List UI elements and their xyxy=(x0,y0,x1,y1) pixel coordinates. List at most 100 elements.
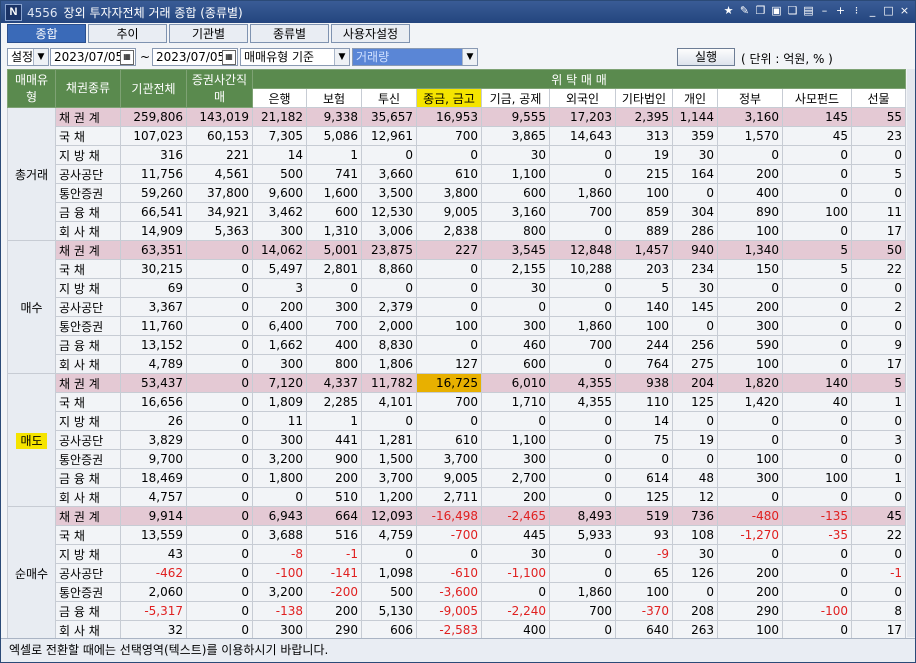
value-cell[interactable]: 6,010 xyxy=(481,373,550,393)
value-cell[interactable]: 0 xyxy=(481,411,550,431)
table-row[interactable]: 회 사 채 4,789 0 300 800 1,806 127 600 0 764 275 100 0 1… xyxy=(8,354,907,374)
value-cell[interactable]: 300 xyxy=(717,316,783,336)
value-cell[interactable]: 5 xyxy=(850,164,907,184)
value-cell[interactable]: 0 xyxy=(672,183,718,203)
value-cell[interactable]: 0 xyxy=(672,411,718,431)
value-cell[interactable]: 1,860 xyxy=(549,316,616,336)
value-cell[interactable]: 1,500 xyxy=(361,449,417,469)
value-cell[interactable]: 9,005 xyxy=(416,468,482,488)
bond-type-cell[interactable]: 채 권 계 xyxy=(55,107,121,127)
value-cell[interactable]: 664 xyxy=(306,506,362,526)
table-row[interactable]: 공사공단 3,367 0 200 300 2,379 0 0 0 140 145 200 0 2 xyxy=(8,297,907,317)
bond-type-cell[interactable]: 공사공단 xyxy=(55,297,121,317)
value-cell[interactable]: 0 xyxy=(782,544,852,564)
value-cell[interactable]: 1,457 xyxy=(615,240,673,260)
value-cell[interactable]: 300 xyxy=(252,620,307,640)
value-cell[interactable]: 300 xyxy=(252,430,307,450)
value-cell[interactable]: 0 xyxy=(850,183,907,203)
value-cell[interactable]: 59,260 xyxy=(120,183,187,203)
trade-type-cell[interactable]: 매수 xyxy=(7,240,56,374)
value-cell[interactable]: 9,555 xyxy=(481,107,550,127)
value-cell[interactable]: 100 xyxy=(615,582,673,602)
value-cell[interactable]: 0 xyxy=(782,487,852,507)
value-cell[interactable]: 1,100 xyxy=(481,164,550,184)
value-cell[interactable]: 0 xyxy=(186,354,253,374)
value-cell[interactable]: 5,497 xyxy=(252,259,307,279)
value-cell[interactable]: 0 xyxy=(186,240,253,260)
value-cell[interactable]: 764 xyxy=(615,354,673,374)
value-cell[interactable]: 938 xyxy=(615,373,673,393)
value-cell[interactable]: 300 xyxy=(481,316,550,336)
value-cell[interactable]: -1,100 xyxy=(481,563,550,583)
run-button[interactable]: 실행 xyxy=(677,48,735,66)
value-cell[interactable]: 290 xyxy=(717,601,783,621)
value-cell[interactable]: 11,756 xyxy=(120,164,187,184)
bond-type-cell[interactable]: 지 방 채 xyxy=(55,145,121,165)
table-row[interactable]: 공사공단 11,756 4,561 500 741 3,660 610 1,100 0 215 16… xyxy=(8,164,907,184)
header-merchant-bank[interactable]: 종금, 금고 xyxy=(416,88,482,108)
value-cell[interactable]: 48 xyxy=(672,468,718,488)
value-cell[interactable]: 69 xyxy=(120,278,187,298)
trade-type-cell[interactable]: 매도 xyxy=(7,373,56,507)
value-cell[interactable]: 150 xyxy=(717,259,783,279)
value-cell[interactable]: 0 xyxy=(416,411,482,431)
value-cell[interactable]: 0 xyxy=(549,449,616,469)
value-cell[interactable]: 100 xyxy=(717,354,783,374)
value-cell[interactable]: 21,182 xyxy=(252,107,307,127)
value-cell[interactable]: 0 xyxy=(850,278,907,298)
value-cell[interactable]: 0 xyxy=(361,544,417,564)
value-cell[interactable]: 0 xyxy=(549,354,616,374)
table-row[interactable]: 금 융 채 66,541 34,921 3,462 600 12,530 9,005 3,16… xyxy=(8,202,907,222)
value-cell[interactable]: 4,355 xyxy=(549,373,616,393)
table-row[interactable]: 회 사 채 4,757 0 0 510 1,200 2,711 200 0 125 12 0 0 0 xyxy=(8,487,907,507)
value-cell[interactable]: 2,000 xyxy=(361,316,417,336)
table-total-row[interactable]: 매수 채 권 계 63,351 0 14,062 5,001 23,875 227 3,545 1… xyxy=(7,240,907,374)
value-cell[interactable]: 22 xyxy=(850,525,907,545)
value-cell[interactable]: 16,953 xyxy=(416,107,482,127)
value-cell[interactable]: 12,848 xyxy=(549,240,616,260)
bond-type-cell[interactable]: 금 융 채 xyxy=(55,601,121,621)
value-cell[interactable]: 203 xyxy=(615,259,673,279)
value-cell[interactable]: 3,160 xyxy=(717,107,783,127)
value-cell[interactable]: 900 xyxy=(306,449,362,469)
value-cell[interactable]: 590 xyxy=(717,335,783,355)
value-cell[interactable]: 140 xyxy=(782,373,852,393)
value-cell[interactable]: 63,351 xyxy=(120,240,187,260)
value-cell[interactable]: 66,541 xyxy=(120,202,187,222)
value-cell[interactable]: 600 xyxy=(481,183,550,203)
value-cell[interactable]: 5,086 xyxy=(306,126,362,146)
value-cell[interactable]: 200 xyxy=(717,563,783,583)
table-total-row[interactable]: 순매수 채 권 계 9,914 0 6,943 664 12,093 -16,498 -2,46… xyxy=(7,506,907,640)
value-cell[interactable]: 800 xyxy=(306,354,362,374)
value-cell[interactable]: 143,019 xyxy=(186,107,253,127)
value-cell[interactable]: 53,437 xyxy=(120,373,187,393)
value-cell[interactable]: 5 xyxy=(782,240,852,260)
value-cell[interactable]: 200 xyxy=(306,468,362,488)
value-cell[interactable]: 164 xyxy=(672,164,718,184)
bond-type-cell[interactable]: 지 방 채 xyxy=(55,411,121,431)
table-row[interactable]: 공사공단 3,829 0 300 441 1,281 610 1,100 0 75 19 0 0 3 xyxy=(8,430,907,450)
tab-summary[interactable]: 종합 xyxy=(7,24,86,43)
value-cell[interactable]: 316 xyxy=(120,145,187,165)
value-cell[interactable]: -138 xyxy=(252,601,307,621)
value-cell[interactable]: -480 xyxy=(717,506,783,526)
value-cell[interactable]: 445 xyxy=(481,525,550,545)
value-cell[interactable]: 200 xyxy=(717,582,783,602)
table-row[interactable]: 금 융 채 18,469 0 1,800 200 3,700 9,005 2,700 0 614 4… xyxy=(8,468,907,488)
value-cell[interactable]: 100 xyxy=(717,620,783,640)
table-row[interactable]: 국 채 13,559 0 3,688 516 4,759 -700 445 5,933 93 108… xyxy=(8,525,907,545)
value-cell[interactable]: 0 xyxy=(549,164,616,184)
value-cell[interactable]: 2,285 xyxy=(306,392,362,412)
value-cell[interactable]: 0 xyxy=(186,278,253,298)
value-cell[interactable]: 600 xyxy=(481,354,550,374)
tab-user-settings[interactable]: 사용자설정 xyxy=(331,24,410,43)
value-cell[interactable]: 12,961 xyxy=(361,126,417,146)
lock-icon[interactable]: ▤ xyxy=(802,3,815,19)
value-cell[interactable]: 3,200 xyxy=(252,449,307,469)
bond-type-cell[interactable]: 통안증권 xyxy=(55,582,121,602)
table-row[interactable]: 통안증권 11,760 0 6,400 700 2,000 100 300 1,860 100 0 3… xyxy=(8,316,907,336)
value-cell[interactable]: 9,005 xyxy=(416,202,482,222)
value-cell[interactable]: 8 xyxy=(850,601,907,621)
value-cell[interactable]: 510 xyxy=(306,487,362,507)
value-cell[interactable]: 0 xyxy=(782,449,852,469)
